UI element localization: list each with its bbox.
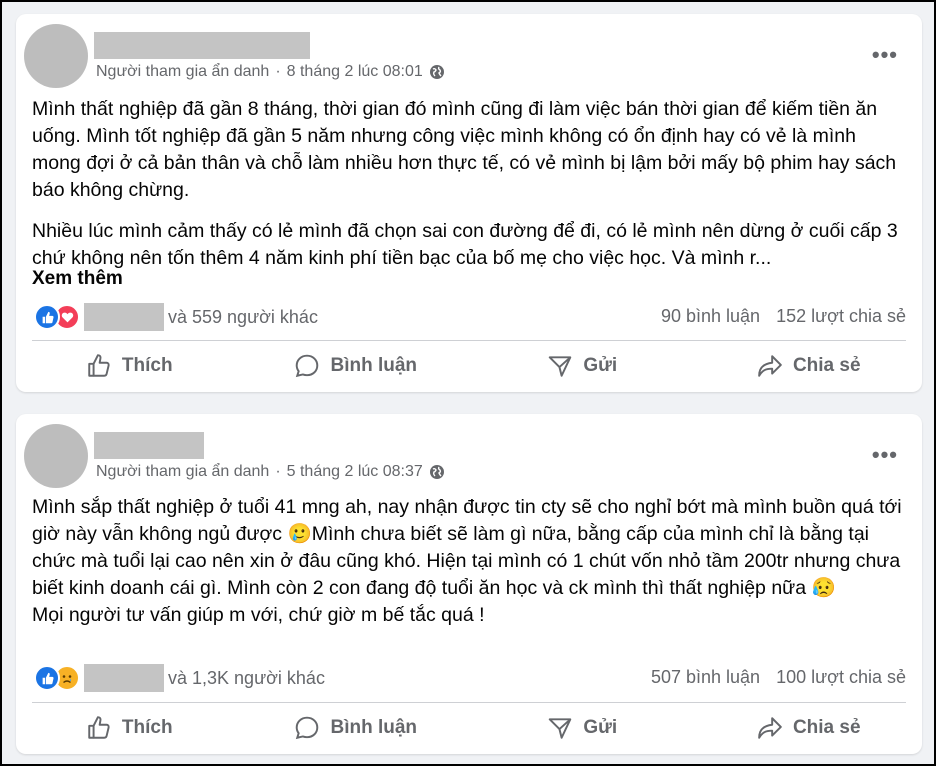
post-paragraph: Mình thất nghiệp đã gần 8 tháng, thời gi…	[32, 98, 897, 201]
share-arrow-icon	[758, 717, 782, 739]
comment-button[interactable]: Bình luận	[243, 344, 470, 388]
comment-label: Bình luận	[330, 355, 418, 376]
post-meta: Người tham gia ẩn danh · 5 tháng 2 lúc 0…	[96, 463, 445, 481]
share-label: Chia sẻ	[792, 355, 861, 376]
post-paragraph: Mình sắp thất nghiệp ở tuổi 41 mng ah, n…	[32, 496, 902, 599]
share-arrow-icon	[758, 355, 782, 377]
comment-bubble-icon	[296, 716, 319, 740]
like-label: Thích	[121, 717, 173, 738]
globe-icon	[429, 465, 444, 479]
see-more-link[interactable]: Xem thêm	[32, 268, 123, 290]
action-bar: Thích Bình luận Gửi Chia sẻ	[16, 344, 922, 388]
separator: ·	[275, 463, 281, 480]
post-paragraph: Nhiều lúc mình cảm thấy có lẻ mình đã ch…	[32, 220, 898, 269]
divider	[32, 340, 906, 341]
post-timestamp[interactable]: 8 tháng 2 lúc 08:01	[287, 63, 423, 81]
like-icon	[34, 304, 60, 330]
comments-count[interactable]: 90 bình luận	[661, 306, 760, 327]
thumbs-up-icon	[88, 716, 110, 739]
feed: Người tham gia ẩn danh · 8 tháng 2 lúc 0…	[2, 2, 934, 764]
like-button[interactable]: Thích	[16, 344, 243, 388]
shares-count[interactable]: 152 lượt chia sẻ	[776, 306, 906, 327]
author-name-redacted[interactable]	[94, 432, 204, 459]
reactions-count[interactable]: và 1,3K người khác	[168, 668, 325, 689]
send-icon	[549, 718, 572, 739]
post-body: Mình sắp thất nghiệp ở tuổi 41 mng ah, n…	[32, 494, 902, 629]
post-body: Mình thất nghiệp đã gần 8 tháng, thời gi…	[32, 96, 902, 272]
comment-label: Bình luận	[330, 717, 418, 738]
share-button[interactable]: Chia sẻ	[696, 706, 923, 750]
reactions-summary[interactable]: và 559 người khác	[34, 303, 318, 331]
author-label[interactable]: Người tham gia ẩn danh	[96, 63, 269, 81]
post-card: Người tham gia ẩn danh · 8 tháng 2 lúc 0…	[16, 14, 922, 392]
post-paragraph: Mọi người tư vấn giúp m với, chứ giờ m b…	[32, 604, 485, 626]
reactor-name-redacted[interactable]	[84, 303, 164, 331]
send-label: Gửi	[583, 717, 618, 738]
share-button[interactable]: Chia sẻ	[696, 344, 923, 388]
comments-count[interactable]: 507 bình luận	[651, 667, 760, 688]
separator: ·	[275, 63, 281, 80]
author-label[interactable]: Người tham gia ẩn danh	[96, 463, 269, 481]
more-options-icon[interactable]: •••	[872, 444, 898, 466]
reactions-count[interactable]: và 559 người khác	[168, 307, 318, 328]
reactor-name-redacted[interactable]	[84, 664, 164, 692]
comment-bubble-icon	[296, 354, 319, 378]
thumbs-up-icon	[88, 354, 110, 377]
divider	[32, 702, 906, 703]
globe-icon	[429, 65, 444, 79]
reactions-summary[interactable]: và 1,3K người khác	[34, 664, 325, 692]
avatar[interactable]	[24, 424, 88, 488]
more-options-icon[interactable]: •••	[872, 44, 898, 66]
like-label: Thích	[121, 355, 173, 376]
post-card: Người tham gia ẩn danh · 5 tháng 2 lúc 0…	[16, 414, 922, 754]
post-stats: 507 bình luận 100 lượt chia sẻ	[651, 667, 906, 688]
post-stats: 90 bình luận 152 lượt chia sẻ	[661, 306, 906, 327]
avatar[interactable]	[24, 24, 88, 88]
share-label: Chia sẻ	[792, 717, 861, 738]
send-button[interactable]: Gửi	[469, 706, 696, 750]
shares-count[interactable]: 100 lượt chia sẻ	[776, 667, 906, 688]
like-button[interactable]: Thích	[16, 706, 243, 750]
like-icon	[34, 665, 60, 691]
comment-button[interactable]: Bình luận	[243, 706, 470, 750]
send-label: Gửi	[583, 355, 618, 376]
send-button[interactable]: Gửi	[469, 344, 696, 388]
send-icon	[549, 356, 572, 377]
post-timestamp[interactable]: 5 tháng 2 lúc 08:37	[287, 463, 423, 481]
action-bar: Thích Bình luận Gửi Chia sẻ	[16, 706, 922, 750]
author-name-redacted[interactable]	[94, 32, 310, 59]
post-meta: Người tham gia ẩn danh · 8 tháng 2 lúc 0…	[96, 63, 445, 81]
